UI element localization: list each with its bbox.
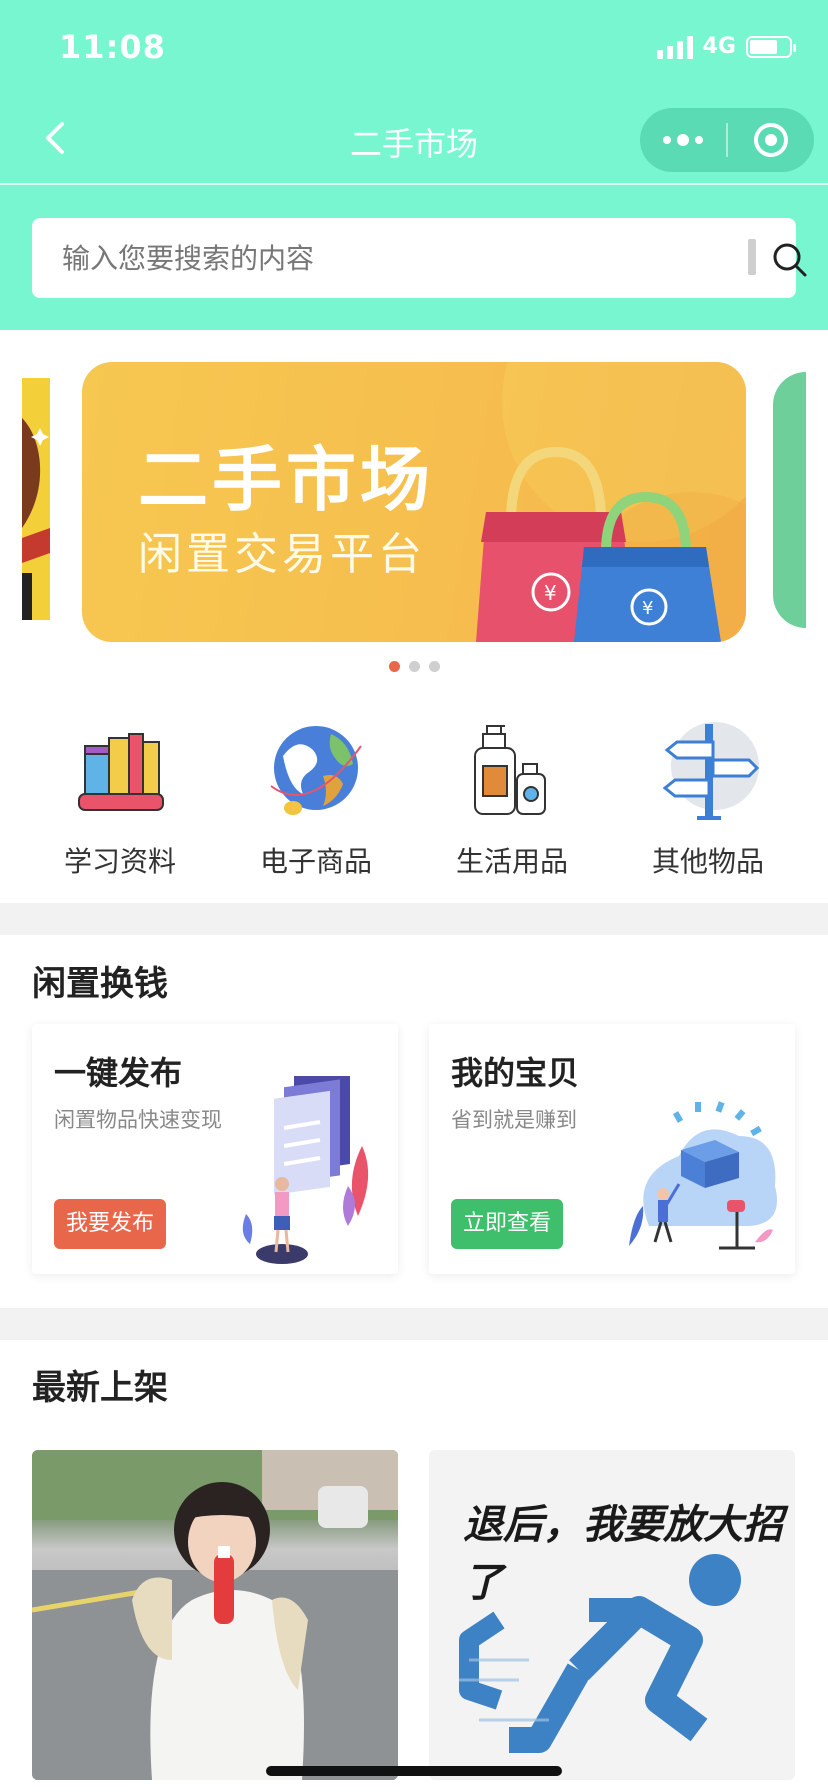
category-label: 生活用品 xyxy=(455,845,568,878)
card-title: 一键发布 xyxy=(54,1054,183,1092)
svg-text:¥: ¥ xyxy=(544,581,557,605)
card-title: 我的宝贝 xyxy=(451,1054,580,1092)
listing-item[interactable] xyxy=(32,1450,398,1780)
nav-divider xyxy=(0,183,828,185)
card-desc: 闲置物品快速变现 xyxy=(54,1108,222,1132)
category-daily-goods[interactable]: 生活用品 xyxy=(414,710,610,900)
category-other-items[interactable]: 其他物品 xyxy=(610,710,806,900)
publish-illustration-icon xyxy=(242,1076,369,1264)
more-dots-icon[interactable] xyxy=(640,134,726,146)
section-title-latest: 最新上架 xyxy=(32,1368,168,1408)
carousel-dot xyxy=(408,661,420,672)
close-miniprogram-icon[interactable] xyxy=(728,123,814,157)
status-time: 11:08 xyxy=(59,28,166,66)
view-items-button[interactable]: 立即查看 xyxy=(451,1199,564,1249)
status-indicators: 4G xyxy=(656,34,796,59)
signpost-icon xyxy=(662,722,760,820)
search-divider xyxy=(748,239,756,275)
miniprogram-capsule xyxy=(640,108,814,172)
network-label: 4G xyxy=(702,34,736,59)
home-indicator xyxy=(266,1766,562,1776)
battery-icon xyxy=(746,35,796,58)
books-icon xyxy=(78,733,164,811)
publish-button[interactable]: 我要发布 xyxy=(54,1199,167,1249)
header: 11:08 4G 二手市场 xyxy=(0,0,828,330)
listing-photo xyxy=(32,1450,398,1780)
banner-title: 二手市场 xyxy=(138,439,434,521)
globe-icon xyxy=(270,726,362,815)
banner-slide[interactable]: 二手市场 闲置交易平台 ¥ ¥ xyxy=(82,362,746,642)
my-items-card[interactable]: 我的宝贝 省到就是赚到 立即查看 xyxy=(429,1024,795,1274)
banner-prev-peek[interactable] xyxy=(22,378,50,620)
banner-subtitle: 闲置交易平台 xyxy=(138,529,426,580)
card-desc: 省到就是赚到 xyxy=(451,1108,577,1132)
carousel-indicator xyxy=(0,661,828,672)
running-figure-icon xyxy=(459,1554,741,1753)
category-study-materials[interactable]: 学习资料 xyxy=(22,710,218,900)
category-label: 学习资料 xyxy=(63,845,176,878)
banner-next-peek[interactable] xyxy=(773,372,806,628)
svg-text:¥: ¥ xyxy=(642,598,653,619)
category-label: 电子商品 xyxy=(259,845,372,878)
category-electronics[interactable]: 电子商品 xyxy=(218,710,414,900)
category-label: 其他物品 xyxy=(651,845,764,878)
listing-item[interactable]: 退后，我要放大招了 xyxy=(429,1450,795,1780)
bottles-icon xyxy=(474,725,546,815)
signal-icon xyxy=(656,35,693,59)
section-divider xyxy=(0,903,828,935)
treasure-illustration-icon xyxy=(629,1101,777,1250)
category-grid: 学习资料 电子商品 生活用品 其他物品 xyxy=(0,710,828,900)
section-title-idle: 闲置换钱 xyxy=(32,964,168,1004)
carousel-dot xyxy=(428,661,440,672)
banner-carousel[interactable]: 二手市场 闲置交易平台 ¥ ¥ xyxy=(0,330,828,660)
search-bar xyxy=(32,218,807,298)
search-icon[interactable] xyxy=(770,240,810,280)
shopping-bags-icon: ¥ ¥ xyxy=(476,446,721,642)
section-divider xyxy=(0,1308,828,1340)
publish-card[interactable]: 一键发布 闲置物品快速变现 我要发布 xyxy=(32,1024,398,1274)
search-input[interactable] xyxy=(60,218,720,298)
carousel-dot xyxy=(388,661,400,672)
